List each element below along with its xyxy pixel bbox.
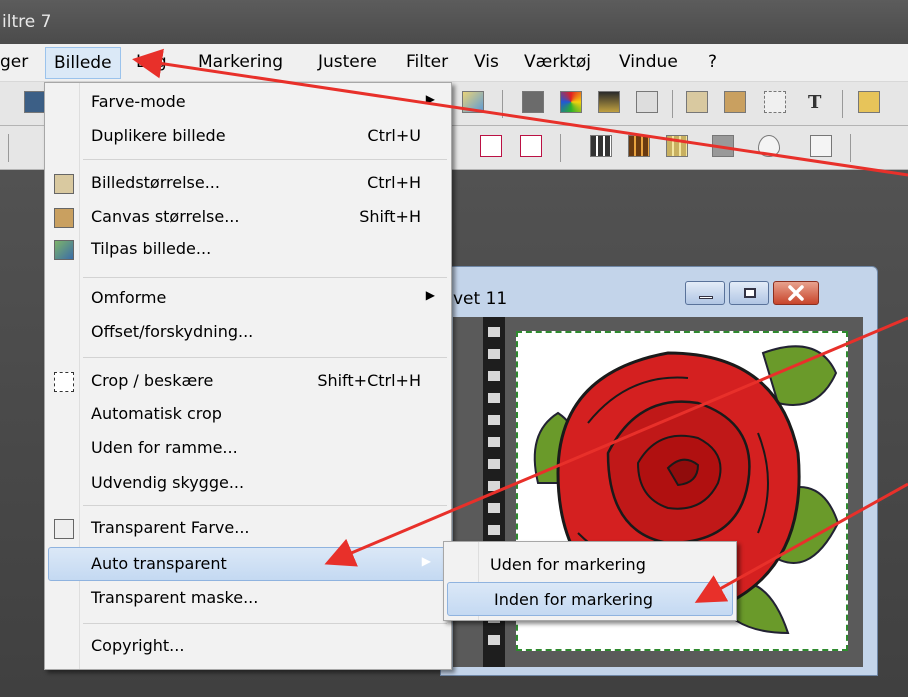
menu-item-billedstorrelse[interactable]: Billedstørrelse... Ctrl+H xyxy=(45,167,451,201)
billede-menu: Farve-mode ▶ Duplikere billede Ctrl+U Bi… xyxy=(44,82,452,670)
image-icon[interactable] xyxy=(462,91,484,113)
grid-brown-icon[interactable] xyxy=(628,135,650,157)
menu-item-shortcut: Shift+H xyxy=(359,207,421,226)
menu-item-label: Transparent maske... xyxy=(91,588,259,607)
menu-item-label: Auto transparent xyxy=(91,554,227,573)
menu-bar: ger Billede Lag Markering Justere Filter… xyxy=(0,44,908,82)
menu-markering[interactable]: Markering xyxy=(198,52,283,72)
menu-item-label: Omforme xyxy=(91,288,167,307)
crop-icon xyxy=(54,372,74,392)
drop-icon[interactable] xyxy=(758,135,780,157)
app-title-bar: iltre 7 xyxy=(0,0,908,44)
menu-item-shortcut: Shift+Ctrl+H xyxy=(317,371,421,390)
menu-item-label: Udvendig skygge... xyxy=(91,473,245,492)
menu-item-transparent-farve[interactable]: Transparent Farve... xyxy=(45,512,451,546)
menu-filer[interactable]: ger xyxy=(0,52,28,72)
text-tool-icon[interactable]: T xyxy=(808,92,821,113)
menu-item-label: Farve-mode xyxy=(91,92,186,111)
menu-item-auto-transparent[interactable]: Auto transparent ▶ xyxy=(48,547,448,581)
close-icon xyxy=(788,285,804,301)
menu-item-label: Automatisk crop xyxy=(91,404,222,423)
menu-separator xyxy=(83,505,447,506)
filter-icon[interactable] xyxy=(712,135,734,157)
menu-item-label: Duplikere billede xyxy=(91,126,226,145)
transparent-color-icon xyxy=(54,519,74,539)
menu-item-shortcut: Ctrl+H xyxy=(367,173,421,192)
grid-icon[interactable] xyxy=(590,135,612,157)
toolbar-separator xyxy=(8,134,9,162)
menu-item-transparent-maske[interactable]: Transparent maske... xyxy=(45,582,451,616)
toolbar-separator xyxy=(850,134,851,162)
menu-item-automatisk-crop[interactable]: Automatisk crop xyxy=(45,398,451,432)
toolbar-separator xyxy=(672,90,673,118)
menu-separator xyxy=(83,357,447,358)
menu-item-omforme[interactable]: Omforme ▶ xyxy=(45,282,451,316)
toolbar-separator xyxy=(502,90,503,118)
menu-item-label: Copyright... xyxy=(91,636,185,655)
menu-separator xyxy=(83,159,447,160)
menu-item-label: Billedstørrelse... xyxy=(91,173,220,192)
menu-separator xyxy=(83,623,447,624)
toolbar-separator xyxy=(560,134,561,162)
contrast-auto-icon[interactable] xyxy=(520,135,542,157)
fit-image-icon xyxy=(54,240,74,260)
menu-item-label: Transparent Farve... xyxy=(91,518,250,537)
menu-help[interactable]: ? xyxy=(708,52,717,72)
transparent-figure-icon[interactable] xyxy=(636,91,658,113)
menu-item-farve-mode[interactable]: Farve-mode ▶ xyxy=(45,86,451,120)
menu-item-uden-for-ramme[interactable]: Uden for ramme... xyxy=(45,432,451,466)
menu-item-offset-forskydning[interactable]: Offset/forskydning... xyxy=(45,316,451,350)
menu-item-canvas-storrelse[interactable]: Canvas størrelse... Shift+H xyxy=(45,201,451,235)
menu-filter[interactable]: Filter xyxy=(406,52,448,72)
menu-item-label: Crop / beskære xyxy=(91,371,214,390)
selection-icon[interactable] xyxy=(764,91,786,113)
save-icon[interactable] xyxy=(24,91,46,113)
submenu-item-uden-for-markering[interactable]: Uden for markering xyxy=(444,548,736,582)
submenu-item-label: Uden for markering xyxy=(490,555,646,574)
menu-vaerktoej[interactable]: Værktøj xyxy=(524,52,591,72)
color-palette-icon[interactable] xyxy=(560,91,582,113)
menu-item-shortcut: Ctrl+U xyxy=(367,126,421,145)
menu-item-udvendig-skygge[interactable]: Udvendig skygge... xyxy=(45,467,451,501)
menu-item-label: Tilpas billede... xyxy=(91,239,212,258)
menu-vis[interactable]: Vis xyxy=(474,52,499,72)
submenu-item-inden-for-markering[interactable]: Inden for markering xyxy=(447,582,733,616)
canvas-size-icon xyxy=(54,208,74,228)
maximize-button[interactable] xyxy=(729,281,769,305)
menu-item-label: Canvas størrelse... xyxy=(91,207,240,226)
submenu-arrow-icon: ▶ xyxy=(425,288,435,302)
menu-vindue[interactable]: Vindue xyxy=(619,52,678,72)
menu-item-duplikere-billede[interactable]: Duplikere billede Ctrl+U xyxy=(45,120,451,154)
gamma-auto-icon[interactable] xyxy=(480,135,502,157)
layers-icon[interactable] xyxy=(858,91,880,113)
image-size-icon[interactable] xyxy=(686,91,708,113)
menu-item-label: Offset/forskydning... xyxy=(91,322,254,341)
canvas-size-icon[interactable] xyxy=(724,91,746,113)
menu-justere[interactable]: Justere xyxy=(318,52,377,72)
palette-dark-icon[interactable] xyxy=(598,91,620,113)
grid-light-icon[interactable] xyxy=(666,135,688,157)
menu-lag[interactable]: Lag xyxy=(136,52,167,72)
menu-item-label: Uden for ramme... xyxy=(91,438,238,457)
menu-item-crop[interactable]: Crop / beskære Shift+Ctrl+H xyxy=(45,365,451,399)
menu-billede[interactable]: Billede xyxy=(45,47,121,79)
submenu-arrow-icon: ▶ xyxy=(421,554,431,568)
app-title: iltre 7 xyxy=(2,12,52,32)
gray-square-icon[interactable] xyxy=(522,91,544,113)
auto-transparent-submenu: Uden for markering Inden for markering xyxy=(443,541,737,621)
sharpen-icon[interactable] xyxy=(810,135,832,157)
menu-separator xyxy=(83,277,447,278)
submenu-item-label: Inden for markering xyxy=(494,590,653,609)
image-size-icon xyxy=(54,174,74,194)
submenu-arrow-icon: ▶ xyxy=(425,92,435,106)
image-window-title: vet 11 xyxy=(453,289,508,309)
toolbar-separator xyxy=(842,90,843,118)
minimize-button[interactable] xyxy=(685,281,725,305)
menu-item-copyright[interactable]: Copyright... xyxy=(45,630,451,664)
menu-item-tilpas-billede[interactable]: Tilpas billede... xyxy=(45,233,451,267)
close-button[interactable] xyxy=(773,281,819,305)
